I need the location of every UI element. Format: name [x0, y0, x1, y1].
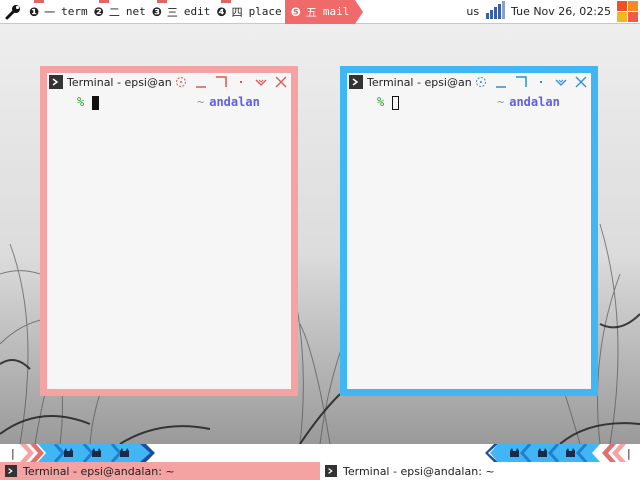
- window-title: Terminal - epsi@an...: [367, 75, 471, 89]
- hostname: andalan: [209, 95, 260, 109]
- tag-net[interactable]: ❷ 二 net: [91, 0, 149, 24]
- maximize-icon[interactable]: [211, 73, 231, 91]
- tag-label: place: [248, 5, 282, 18]
- left-marker: |: [11, 447, 15, 460]
- terminal-content[interactable]: % ~ andalan: [347, 91, 591, 381]
- terminal-window[interactable]: Terminal - epsi@an... % ~ andalan: [40, 66, 298, 396]
- cwd-tilde: ~: [197, 95, 205, 109]
- shade-icon[interactable]: [551, 73, 571, 91]
- terminal-content[interactable]: % ~ andalan: [47, 91, 291, 381]
- bottom-panel: | |: [0, 444, 640, 462]
- window-title: Terminal - epsi@an...: [67, 75, 171, 89]
- window-titlebar[interactable]: Terminal - epsi@an...: [47, 73, 291, 91]
- tag-place[interactable]: ❹ 四 place: [213, 0, 284, 24]
- terminal-icon: [325, 465, 337, 477]
- tag-glyph: 五: [305, 5, 317, 19]
- shade-icon[interactable]: [251, 73, 271, 91]
- minimize-icon[interactable]: [191, 73, 211, 91]
- text-cursor: [92, 96, 99, 110]
- terminal-icon: [349, 75, 363, 89]
- tag-term[interactable]: ❶ 一 term: [26, 0, 91, 24]
- task-label: Terminal - epsi@andalan: ~: [343, 464, 495, 478]
- cwd-tilde: ~: [497, 95, 505, 109]
- window-titlebar[interactable]: Terminal - epsi@an...: [347, 73, 591, 91]
- close-icon[interactable]: [571, 73, 591, 91]
- tag-glyph: 四: [231, 5, 243, 19]
- tag-glyph: 三: [166, 5, 178, 19]
- tag-occupied-marker: [98, 0, 109, 3]
- minimize-icon[interactable]: [491, 73, 511, 91]
- terminal-icon: [49, 75, 63, 89]
- tag-glyph: 一: [44, 5, 56, 19]
- terminal-icon: [5, 465, 17, 477]
- text-cursor: [392, 96, 399, 110]
- wrench-icon[interactable]: [0, 0, 26, 24]
- shell-prompt: %: [377, 95, 385, 109]
- maximize-icon[interactable]: [511, 73, 531, 91]
- tag-label: mail: [322, 5, 350, 18]
- tag-label: edit: [183, 5, 211, 18]
- right-arrow-strip: [485, 444, 626, 462]
- hostname: andalan: [509, 95, 560, 109]
- task-button[interactable]: Terminal - epsi@andalan: ~: [320, 462, 640, 480]
- right-marker: |: [627, 447, 631, 460]
- tag-edit[interactable]: ❸ 三 edit: [149, 0, 214, 24]
- close-icon[interactable]: [271, 73, 291, 91]
- task-label: Terminal - epsi@andalan: ~: [23, 464, 175, 478]
- shell-prompt: %: [77, 95, 85, 109]
- tag-occupied-marker: [156, 0, 167, 3]
- top-panel: ❶ 一 term ❷ 二 net ❸ 三 edit ❹ 四 place ❺ 五 …: [0, 0, 640, 24]
- sticky-icon[interactable]: [471, 73, 491, 91]
- tag-number: ❶: [29, 4, 40, 19]
- tag-label: net: [125, 5, 146, 18]
- tag-label: term: [61, 5, 88, 18]
- menu-dot-icon[interactable]: [231, 73, 251, 91]
- clock[interactable]: Tue Nov 26, 02:25: [511, 5, 611, 18]
- active-tag-arrow: [355, 0, 364, 24]
- tag-glyph: 二: [108, 5, 120, 19]
- tag-number: ❷: [93, 4, 104, 19]
- right-prompt: ~ andalan: [497, 95, 560, 109]
- tag-number: ❺: [290, 4, 301, 19]
- tag-number: ❸: [151, 4, 162, 19]
- tiles-icon[interactable]: [617, 0, 639, 23]
- tag-occupied-marker: [34, 0, 44, 3]
- keyboard-layout-indicator[interactable]: us: [466, 5, 479, 18]
- task-button[interactable]: Terminal - epsi@andalan: ~: [0, 462, 320, 480]
- terminal-window[interactable]: Terminal - epsi@an... % ~ andalan: [340, 66, 598, 396]
- signal-bars-icon[interactable]: [485, 1, 506, 22]
- left-arrow-strip: [20, 444, 155, 462]
- tag-occupied-marker: [221, 0, 232, 3]
- right-prompt: ~ andalan: [197, 95, 260, 109]
- sticky-icon[interactable]: [171, 73, 191, 91]
- tag-number: ❹: [216, 4, 227, 19]
- menu-dot-icon[interactable]: [531, 73, 551, 91]
- taskbar: Terminal - epsi@andalan: ~ Terminal - ep…: [0, 462, 640, 480]
- tag-mail[interactable]: ❺ 五 mail: [284, 0, 356, 24]
